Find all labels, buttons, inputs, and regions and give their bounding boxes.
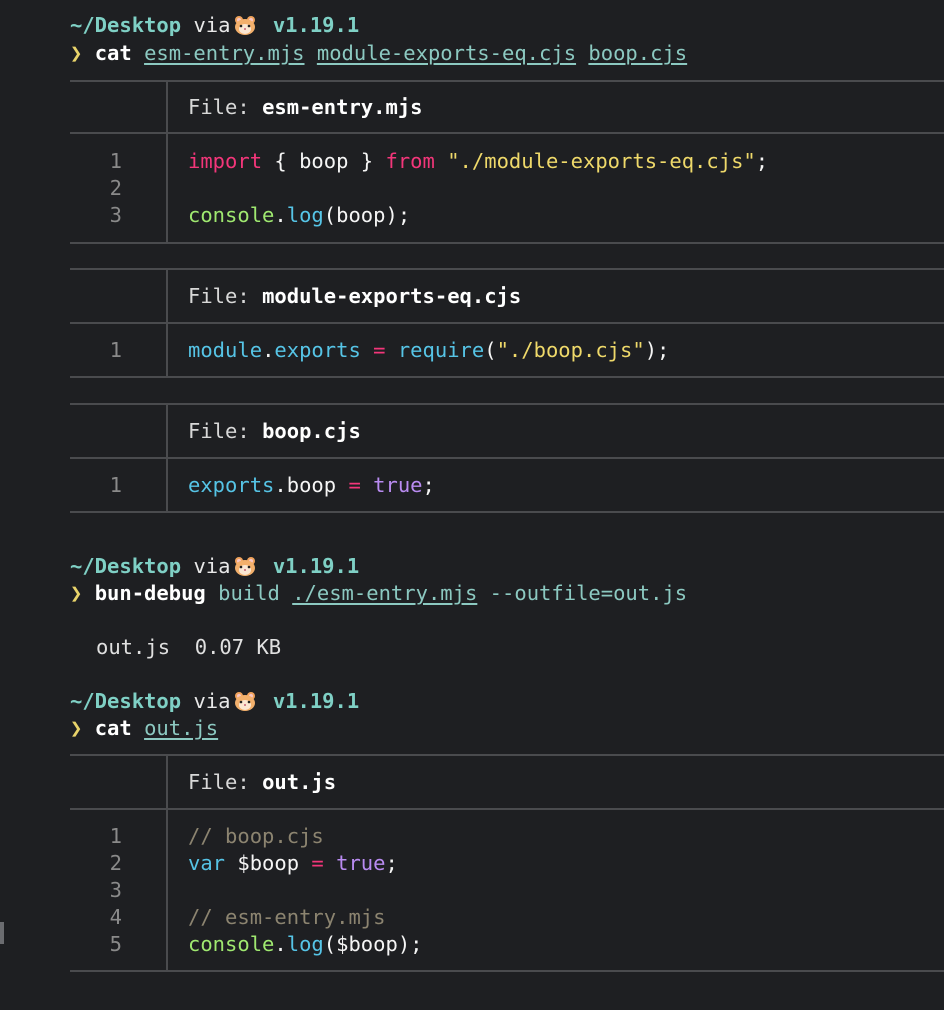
prompt-line: ~/Desktop via v1.19.1 (70, 554, 360, 578)
code-line: import { boop } from "./module-exports-e… (188, 149, 769, 173)
gutter-divider (166, 403, 168, 457)
divider (70, 322, 944, 324)
file-arg[interactable]: module-exports-eq.cjs (317, 41, 576, 65)
prompt-line: ~/Desktop via v1.19.1 (70, 12, 359, 39)
file-header: File: module-exports-eq.cjs (188, 284, 522, 308)
divider (70, 376, 944, 378)
hamster-icon (235, 16, 256, 35)
line-number: 3 (109, 203, 122, 227)
window-edge (0, 922, 4, 944)
gutter-divider (166, 268, 168, 322)
divider (70, 754, 944, 756)
line-number: 4 (109, 905, 122, 929)
hamster-icon (235, 692, 256, 711)
prompt-via: via (193, 13, 231, 37)
prompt-dir: ~/Desktop (70, 13, 182, 37)
file-name: esm-entry.mjs (262, 95, 423, 119)
code-comment: // boop.cjs (188, 824, 324, 848)
code-line: console.log($boop); (188, 932, 423, 956)
divider (70, 808, 944, 810)
line-number: 2 (109, 851, 122, 875)
divider (70, 242, 944, 244)
gutter-divider (166, 80, 168, 134)
file-arg[interactable]: ./esm-entry.mjs (292, 581, 477, 605)
gutter-divider (166, 457, 168, 511)
code-line: exports.boop = true; (188, 473, 435, 497)
divider (70, 403, 944, 405)
command-line: ❯ bun-debug build ./esm-entry.mjs --outf… (70, 581, 688, 605)
divider (70, 268, 944, 270)
file-name: module-exports-eq.cjs (262, 284, 522, 308)
divider (70, 511, 944, 513)
code-line: module.exports = require("./boop.cjs"); (188, 338, 670, 362)
code-comment: // esm-entry.mjs (188, 905, 386, 929)
gutter-divider (166, 132, 168, 242)
file-name: out.js (262, 770, 337, 794)
line-number: 5 (109, 932, 122, 956)
hamster-icon (235, 557, 256, 576)
file-arg[interactable]: esm-entry.mjs (144, 41, 304, 65)
line-number: 1 (109, 824, 122, 848)
code-line: var $boop = true; (188, 851, 398, 875)
gutter-divider (166, 322, 168, 376)
gutter-divider (166, 754, 168, 808)
file-name: boop.cjs (262, 419, 361, 443)
command-line: ❯ cat esm-entry.mjs module-exports-eq.cj… (70, 40, 687, 67)
gutter-divider (166, 808, 168, 970)
line-number: 1 (109, 338, 122, 362)
prompt-version: v1.19.1 (272, 13, 360, 37)
prompt-chevron: ❯ (70, 41, 83, 65)
command-name: cat (94, 716, 132, 740)
build-output: out.js 0.07 KB (96, 635, 282, 659)
prompt-line: ~/Desktop via v1.19.1 (70, 689, 360, 713)
command-name: bun-debug (94, 581, 206, 605)
line-number: 3 (109, 878, 122, 902)
file-header: File: esm-entry.mjs (188, 95, 423, 119)
divider (70, 970, 944, 972)
divider (70, 132, 944, 134)
file-arg[interactable]: boop.cjs (588, 41, 687, 65)
command-line: ❯ cat out.js (70, 716, 219, 740)
divider (70, 457, 944, 459)
divider (70, 80, 944, 82)
file-arg[interactable]: out.js (144, 716, 218, 740)
line-number: 1 (109, 149, 122, 173)
code-line: console.log(boop); (188, 203, 411, 227)
line-number: 2 (109, 176, 122, 200)
line-number: 1 (109, 473, 122, 497)
command-name: cat (94, 41, 132, 65)
file-header: File: boop.cjs (188, 419, 361, 443)
file-header: File: out.js (188, 770, 337, 794)
